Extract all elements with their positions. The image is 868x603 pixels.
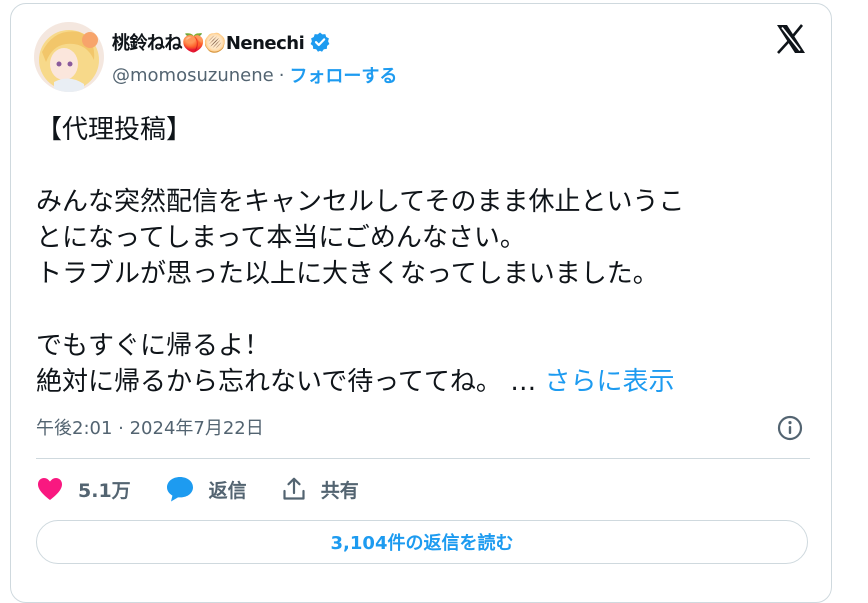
author-handle[interactable]: @momosuzunene xyxy=(112,65,274,86)
info-icon[interactable] xyxy=(776,414,804,442)
ellipsis: … xyxy=(510,367,537,397)
tweet-line: でもすぐに帰るよ！ xyxy=(36,331,271,361)
reply-button[interactable]: 返信 xyxy=(165,475,247,503)
read-replies-button[interactable]: 3,104件の返信を読む xyxy=(36,520,808,564)
tweet-line xyxy=(36,292,806,328)
tweet-line: とになってしまって本当にごめんなさい。 xyxy=(36,223,526,253)
x-logo-icon[interactable] xyxy=(774,22,808,56)
author-display-name[interactable]: 桃鈴ねね🍑🫓Nenechi xyxy=(112,29,305,55)
tweet-line: 【代理投稿】 xyxy=(36,115,193,145)
show-more-link[interactable]: さらに表示 xyxy=(544,367,674,397)
reply-bubble-icon xyxy=(166,477,193,502)
timestamp-text[interactable]: 午後2:01 · 2024年7月22日 xyxy=(36,414,264,440)
author-name-row[interactable]: 桃鈴ねね🍑🫓Nenechi xyxy=(112,28,331,56)
heart-icon xyxy=(38,478,62,500)
like-button[interactable]: 5.1万 xyxy=(36,476,131,503)
share-label: 共有 xyxy=(320,479,359,502)
tweet-last-line: 絶対に帰るから忘れないで待っててね。 … さらに表示 xyxy=(36,364,806,400)
tweet-line: 絶対に帰るから忘れないで待っててね。 xyxy=(36,367,502,397)
like-count: 5.1万 xyxy=(78,479,131,502)
share-button[interactable]: 共有 xyxy=(281,476,359,503)
tweet-line xyxy=(36,148,806,184)
follow-button[interactable]: フォローする xyxy=(289,62,397,88)
timestamp[interactable]: 午後2:01 · 2024年7月22日 xyxy=(36,414,264,440)
tweet-line: みんな突然配信をキャンセルしてそのまま休止というこ xyxy=(36,187,685,217)
read-replies-label: 3,104件の返信を読む xyxy=(330,533,514,554)
action-bar: 5.1万 返信 共有 xyxy=(36,474,393,504)
tweet-line: トラブルが思った以上に大きくなってしまいました。 xyxy=(36,259,659,289)
avatar[interactable] xyxy=(34,22,104,92)
tweet-text: 【代理投稿】 みんな突然配信をキャンセルしてそのまま休止というこ とになってしま… xyxy=(36,112,806,400)
separator-dot: · xyxy=(278,64,285,86)
divider xyxy=(36,458,810,459)
share-icon xyxy=(283,477,305,500)
author-handle-row: @momosuzunene · フォローする xyxy=(112,62,397,88)
verified-badge-icon xyxy=(310,32,330,52)
reply-label: 返信 xyxy=(208,479,247,502)
